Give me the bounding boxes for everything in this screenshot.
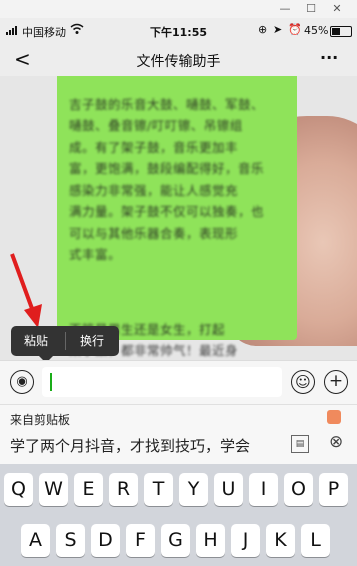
paste-option[interactable]: 粘贴 [11,326,61,356]
clock: 下午11:55 [150,26,208,39]
red-arrow-icon [10,253,42,328]
keyboard-logo-icon [327,410,341,424]
newline-option[interactable]: 换行 [67,326,117,356]
key-o[interactable]: O [284,473,313,506]
clipboard-preview[interactable]: 学了两个月抖音，才找到技巧，学会 [10,435,282,456]
message-paragraph-1: 吉子鼓的乐音大鼓、嗵鼓、军鼓、 嗵鼓、叠音镲/叮叮镲、吊镲组 成。有了架子鼓，音… [69,96,265,263]
wifi-icon [70,23,84,38]
rotation-lock-icon: ⊕ [258,23,268,36]
clipboard-header: 来自剪贴板 [10,413,71,427]
close-window-button[interactable]: ✕ [324,0,350,18]
carrier-label: 中国移动 [22,26,66,39]
key-w[interactable]: W [39,473,68,506]
message-input[interactable] [42,367,282,397]
key-f[interactable]: F [126,524,155,557]
clipboard-close-icon[interactable]: ⊗ [329,432,343,452]
text-cursor [50,373,52,391]
key-u[interactable]: U [214,473,243,506]
key-j[interactable]: J [231,524,260,557]
nav-bar: < 文件传输助手 ··· [0,44,357,76]
status-bar: 中国移动 下午11:55 ⊕ ➤ ⏰ 45% [0,18,357,44]
input-bar: ◉ ☺ + [0,360,357,405]
signal-icon [6,25,20,35]
clipboard-suggestion: 来自剪贴板 学了两个月抖音，才找到技巧，学会 ▤ ⊗ [0,404,357,465]
restore-button[interactable]: ☐ [298,0,324,18]
key-p[interactable]: P [319,473,348,506]
key-q[interactable]: Q [4,473,33,506]
more-button[interactable]: ··· [320,48,338,67]
keyboard: QWERTYUIOP ASDFGHJKL [0,464,357,566]
key-e[interactable]: E [74,473,103,506]
key-i[interactable]: I [249,473,278,506]
alarm-icon: ⏰ [288,23,302,36]
minimize-button[interactable]: — [272,0,298,18]
key-h[interactable]: H [196,524,225,557]
battery-icon [330,26,352,37]
context-popup: 粘贴 换行 [11,326,119,356]
key-s[interactable]: S [56,524,85,557]
message-text: 吉子鼓的乐音大鼓、嗵鼓、军鼓、 嗵鼓、叠音镲/叮叮镲、吊镲组 成。有了架子鼓，音… [69,76,291,360]
plus-icon[interactable]: + [324,370,348,394]
page-title: 文件传输助手 [136,54,221,70]
battery-percent: 45% [304,24,329,37]
chat-area: 吉子鼓的乐音大鼓、嗵鼓、军鼓、 嗵鼓、叠音镲/叮叮镲、吊镲组 成。有了架子鼓，音… [0,76,357,360]
window-title-bar: — ☐ ✕ [0,0,357,18]
key-r[interactable]: R [109,473,138,506]
key-a[interactable]: A [21,524,50,557]
key-k[interactable]: K [266,524,295,557]
key-l[interactable]: L [301,524,330,557]
key-y[interactable]: Y [179,473,208,506]
paste-to-input-icon[interactable]: ▤ [291,435,309,453]
key-t[interactable]: T [144,473,173,506]
key-g[interactable]: G [161,524,190,557]
message-bubble[interactable]: 吉子鼓的乐音大鼓、嗵鼓、军鼓、 嗵鼓、叠音镲/叮叮镲、吊镲组 成。有了架子鼓，音… [57,76,297,358]
key-d[interactable]: D [91,524,120,557]
emoji-icon[interactable]: ☺ [291,370,315,394]
location-icon: ➤ [273,23,283,36]
voice-icon[interactable]: ◉ [10,370,34,394]
